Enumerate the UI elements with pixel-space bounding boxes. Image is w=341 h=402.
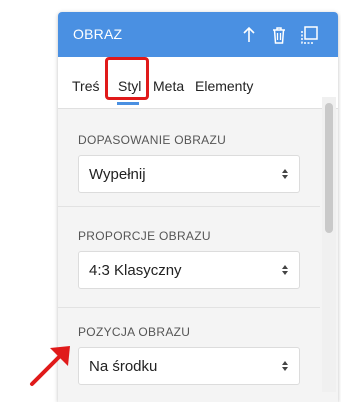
active-tab-indicator — [117, 102, 139, 105]
tab-style[interactable]: Styl — [118, 78, 141, 94]
panel-title: OBRAZ — [73, 26, 123, 42]
image-fit-select[interactable]: Wypełnij — [78, 155, 300, 193]
section-label: DOPASOWANIE OBRAZU — [78, 133, 227, 147]
section-image-position: POZYCJA OBRAZU Na środku — [58, 308, 320, 402]
section-image-fit: DOPASOWANIE OBRAZU Wypełnij — [58, 109, 320, 206]
select-value: Wypełnij — [89, 166, 146, 183]
scrollbar-thumb[interactable] — [325, 103, 333, 233]
tab-content-clip: Treś — [72, 78, 108, 98]
tab-elements[interactable]: Elementy — [195, 78, 253, 94]
select-value: 4:3 Klasyczny — [89, 262, 182, 279]
trash-icon[interactable] — [268, 24, 290, 46]
select-caret-icon — [282, 361, 288, 371]
panel-header: OBRAZ — [58, 12, 338, 57]
duplicate-icon[interactable] — [298, 24, 320, 46]
section-image-aspect: PROPORCJE OBRAZU 4:3 Klasyczny — [58, 207, 320, 304]
style-settings-content: DOPASOWANIE OBRAZU Wypełnij PROPORCJE OB… — [58, 109, 338, 402]
select-value: Na środku — [89, 358, 158, 375]
pointer-arrow-icon — [30, 346, 70, 386]
select-caret-icon — [282, 265, 288, 275]
arrow-up-icon[interactable] — [238, 24, 260, 46]
section-label: PROPORCJE OBRAZU — [78, 229, 211, 243]
image-aspect-select[interactable]: 4:3 Klasyczny — [78, 251, 300, 289]
tab-content[interactable]: Treś — [72, 78, 99, 94]
section-label: POZYCJA OBRAZU — [78, 325, 191, 339]
tab-meta[interactable]: Meta — [153, 78, 184, 94]
select-caret-icon — [282, 169, 288, 179]
image-position-select[interactable]: Na środku — [78, 347, 300, 385]
image-settings-panel: OBRAZ Treś Styl Meta Elementy DOPASOWANI — [58, 12, 338, 402]
tab-bar: Treś Styl Meta Elementy — [58, 57, 338, 109]
panel-scrollbar[interactable] — [322, 97, 336, 392]
